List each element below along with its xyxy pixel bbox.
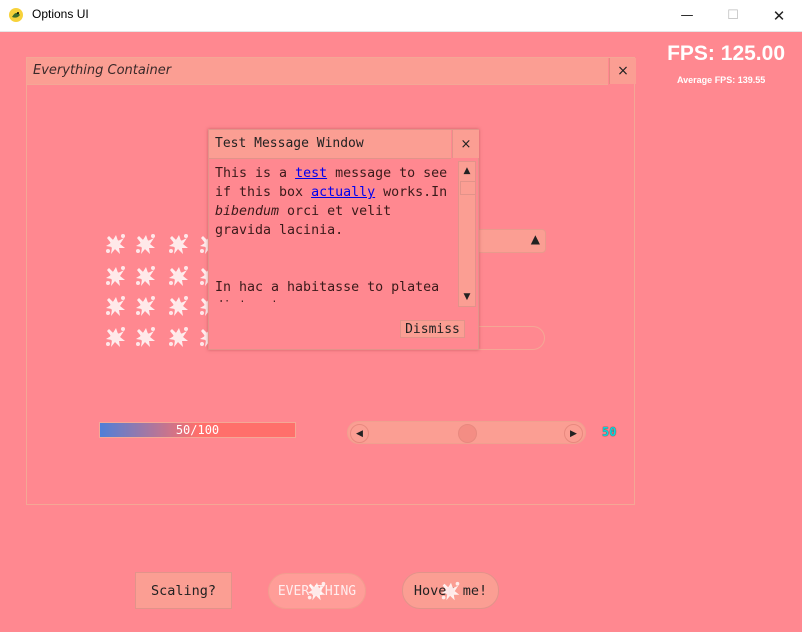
message-text: works.In xyxy=(375,185,448,200)
splat-icon xyxy=(106,266,125,286)
scaling-button[interactable]: Scaling? xyxy=(135,572,232,609)
message-text: In hac a habitasse to platea dictumst. xyxy=(215,280,440,302)
vertical-scrollbar[interactable]: ▲ ▼ xyxy=(458,161,476,307)
splat-icon xyxy=(136,266,155,286)
message-text-box: This is a test message to see if this bo… xyxy=(215,164,455,302)
message-window-title-bar[interactable]: Test Message Window xyxy=(209,130,451,159)
splat-icon xyxy=(136,296,155,316)
message-text: This is a xyxy=(215,166,296,181)
splat-image-grid xyxy=(100,230,220,354)
minimize-button[interactable]: — xyxy=(664,0,710,31)
slider-value-label: 50 xyxy=(602,425,617,439)
splat-icon xyxy=(106,296,125,316)
python-snake-icon xyxy=(9,8,23,22)
average-fps-counter: Average FPS: 139.55 xyxy=(677,75,766,85)
chevron-up-icon: ▲ xyxy=(530,232,540,246)
progress-bar: 50/100 xyxy=(99,422,296,438)
close-icon: × xyxy=(460,136,472,152)
splat-icon xyxy=(169,327,188,347)
message-window-close-button[interactable]: × xyxy=(452,130,479,158)
slider-left-button[interactable]: ◀ xyxy=(350,424,369,443)
slider-right-button[interactable]: ▶ xyxy=(564,424,583,443)
scrollbar-thumb[interactable] xyxy=(460,181,476,195)
splat-icon xyxy=(136,327,155,347)
hover-me-button[interactable]: Hover me! xyxy=(402,572,499,609)
splat-icon xyxy=(106,327,125,347)
test-message-window: Test Message Window × This is a test mes… xyxy=(208,129,479,350)
arrow-up-icon: ▲ xyxy=(463,166,471,176)
window-title: Options UI xyxy=(32,7,89,21)
splat-icon xyxy=(136,234,155,254)
arrow-right-icon: ▶ xyxy=(570,428,577,439)
scroll-up-button[interactable]: ▲ xyxy=(459,163,475,179)
splat-icon xyxy=(169,296,188,316)
test-link[interactable]: test xyxy=(295,166,327,181)
container-close-button[interactable]: × xyxy=(609,58,636,84)
arrow-left-icon: ◀ xyxy=(356,428,363,439)
container-title-bar[interactable]: Everything Container xyxy=(27,58,608,85)
fps-counter: FPS: 125.00 xyxy=(667,42,785,65)
everything-button[interactable]: EVERYTHING xyxy=(268,573,366,609)
splat-icon xyxy=(106,234,125,254)
drop-down-menu[interactable]: ▲ xyxy=(468,229,546,253)
maximize-button[interactable]: ☐ xyxy=(710,0,756,31)
close-icon: × xyxy=(617,63,629,79)
actually-link[interactable]: actually xyxy=(311,185,375,200)
progress-label: 50/100 xyxy=(175,423,220,437)
text-entry-field[interactable] xyxy=(468,326,545,350)
message-italic-text: bibendum xyxy=(215,204,280,219)
window-titlebar: Options UI — ☐ ✕ xyxy=(0,0,802,32)
container-title: Everything Container xyxy=(33,63,172,78)
close-icon: ✕ xyxy=(772,6,786,25)
maximize-icon: ☐ xyxy=(727,8,739,23)
message-window-title: Test Message Window xyxy=(215,136,364,151)
scroll-down-button[interactable]: ▼ xyxy=(459,289,475,305)
splat-icon xyxy=(169,266,188,286)
close-button[interactable]: ✕ xyxy=(756,0,802,31)
dismiss-button[interactable]: Dismiss xyxy=(400,320,465,338)
slider-thumb[interactable] xyxy=(458,424,477,443)
splat-icon xyxy=(169,234,188,254)
arrow-down-icon: ▼ xyxy=(463,292,471,302)
minimize-icon: — xyxy=(680,8,694,23)
horizontal-slider[interactable]: ◀ ▶ xyxy=(347,421,586,444)
